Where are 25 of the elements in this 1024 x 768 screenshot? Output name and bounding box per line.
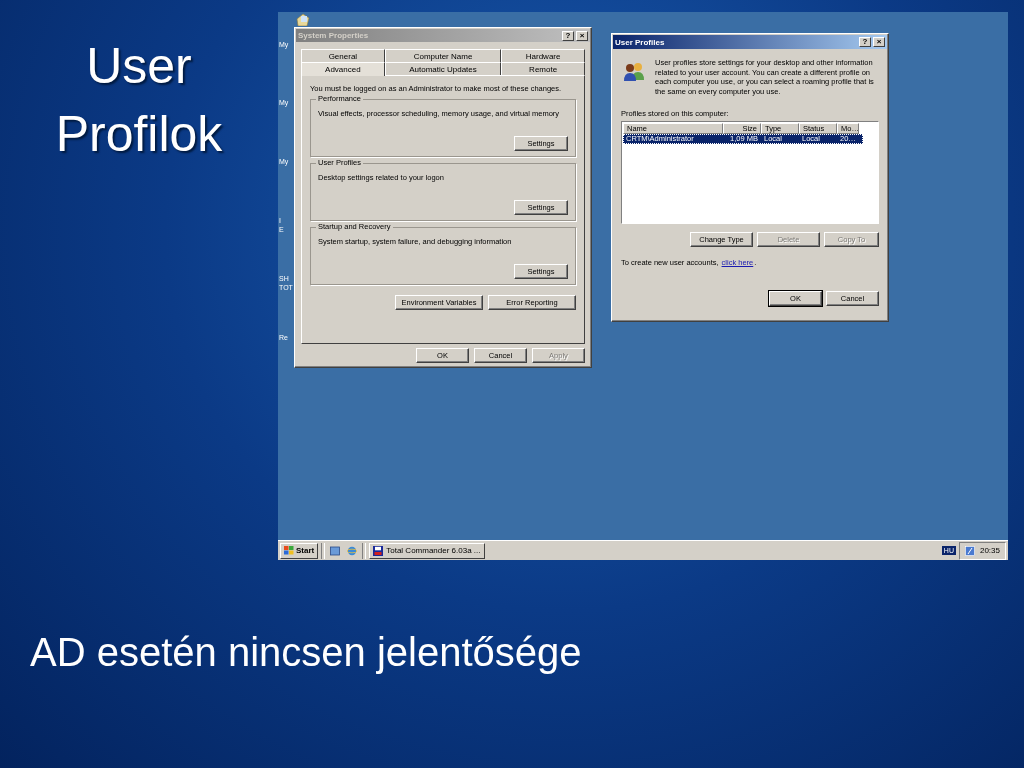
browser-icon[interactable] (347, 545, 358, 556)
slide-title: User (86, 37, 192, 96)
tab[interactable]: Hardware (501, 49, 585, 63)
tab[interactable]: General (301, 49, 385, 63)
floppy-icon (373, 545, 384, 556)
windows-logo-icon (284, 546, 294, 555)
network-icon[interactable] (964, 545, 975, 556)
tab[interactable]: Advanced (301, 62, 385, 77)
close-button[interactable]: × (576, 30, 588, 41)
slide-caption: AD esetén nincsen jelentősége (29, 630, 583, 675)
tab[interactable]: Computer Name (384, 49, 502, 63)
slide-title: Profilok (55, 105, 223, 164)
taskbar-button[interactable]: Total Commander 6.03a ... (369, 542, 486, 559)
window-title: System Properties (298, 31, 370, 41)
tab[interactable]: Remote (501, 62, 585, 76)
desktop-icon[interactable] (330, 545, 341, 556)
help-button[interactable]: ? (562, 30, 574, 41)
window-title: User Profiles (615, 37, 666, 47)
clock: 20:35 (979, 546, 1000, 555)
users-icon (623, 61, 645, 81)
tab[interactable]: Automatic Updates (384, 62, 502, 76)
desktop-icon[interactable] (295, 13, 311, 26)
close-button[interactable]: × (873, 37, 885, 47)
help-button[interactable]: ? (859, 37, 871, 47)
start-button[interactable]: Start (280, 542, 319, 559)
